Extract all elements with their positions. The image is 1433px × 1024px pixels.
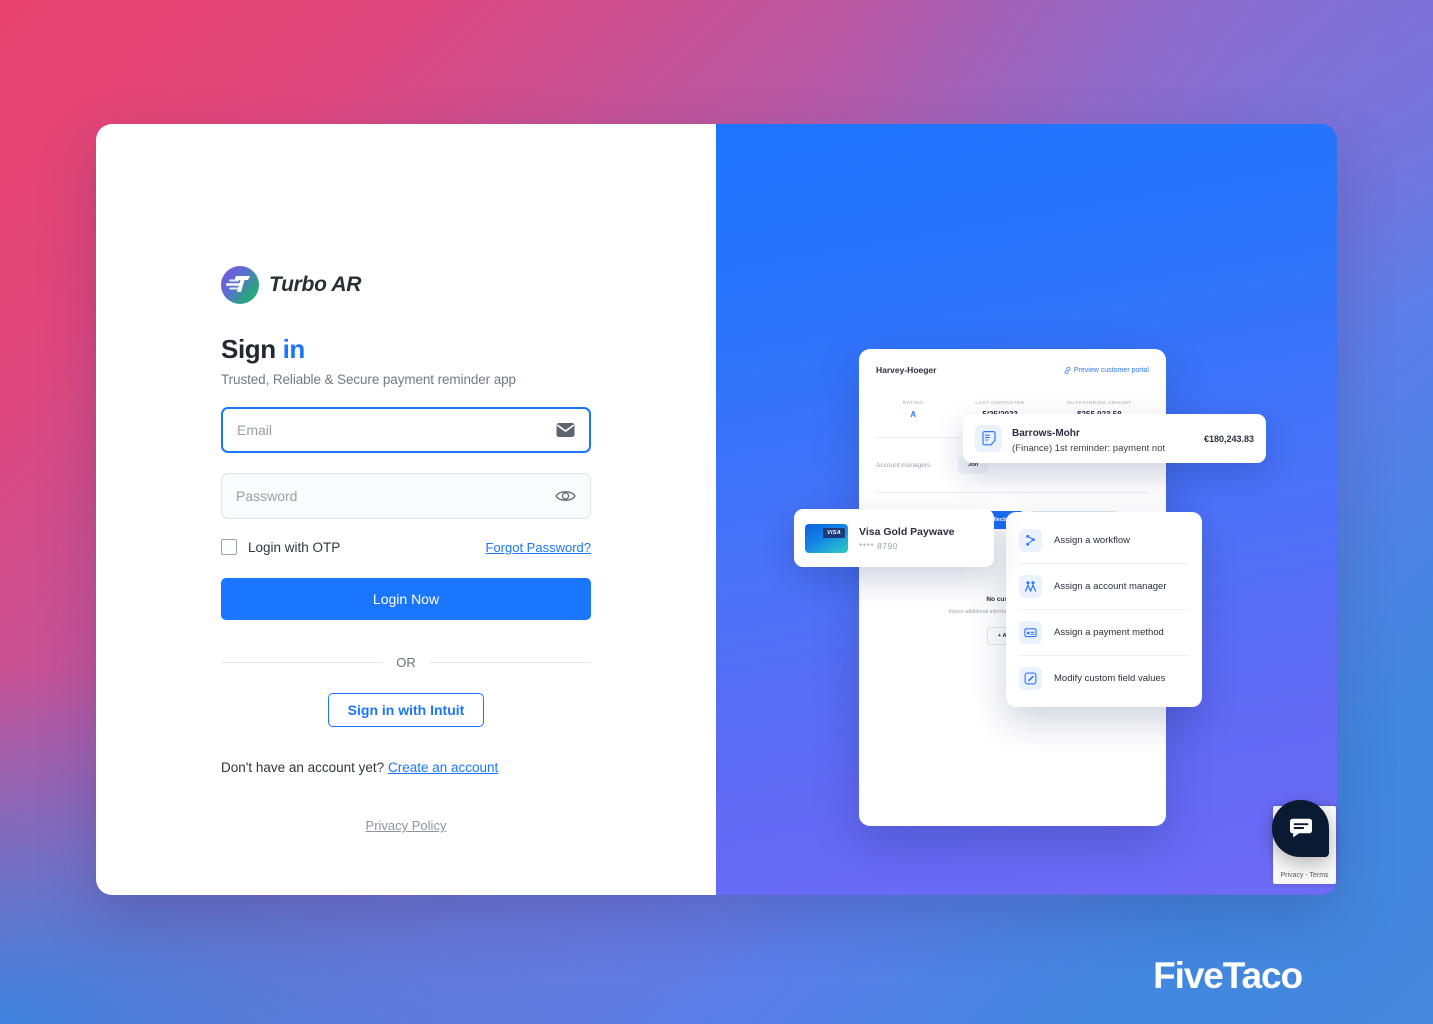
- intuit-button-wrap: Sign in with Intuit: [221, 693, 591, 727]
- signup-row: Don't have an account yet? Create an acc…: [221, 760, 591, 775]
- stat-value: A: [910, 410, 917, 419]
- toast-message: (Finance) 1st reminder: payment not: [1012, 443, 1166, 454]
- payment-method-card: VISA Visa Gold Paywave **** 8790: [794, 509, 994, 567]
- create-account-link[interactable]: Create an account: [388, 760, 498, 775]
- visa-brand-mark: VISA: [822, 527, 845, 538]
- action-assign-workflow[interactable]: Assign a workflow: [1019, 518, 1189, 564]
- workflow-icon: [1019, 529, 1042, 552]
- otp-checkbox[interactable]: [221, 539, 237, 555]
- edit-icon: [1019, 667, 1042, 690]
- link-icon: [1064, 366, 1071, 374]
- brand-lockup: Turbo AR: [221, 266, 591, 304]
- chat-bubble-icon[interactable]: [1272, 800, 1329, 857]
- toast-amount: €180,243.83: [1203, 433, 1254, 444]
- forgot-password-link[interactable]: Forgot Password?: [486, 540, 592, 555]
- payment-card-text: Visa Gold Paywave **** 8790: [859, 526, 955, 551]
- toast-title: Barrows-Mohr: [1012, 428, 1080, 439]
- stat-key: OUTSTANDING AMOUNT: [1066, 400, 1132, 405]
- credit-card-icon: VISA: [805, 523, 848, 553]
- action-label: Assign a account manager: [1054, 581, 1167, 592]
- email-field[interactable]: [221, 407, 591, 453]
- divider-or: OR: [221, 655, 591, 670]
- privacy-policy-link[interactable]: Privacy Policy: [96, 818, 716, 833]
- divider-line-right: [428, 662, 591, 663]
- recaptcha-terms-label[interactable]: Privacy - Terms: [1280, 872, 1328, 879]
- action-assign-payment-method[interactable]: Assign a payment method: [1019, 610, 1189, 656]
- people-icon: [1019, 575, 1042, 598]
- brand-name: Turbo AR: [269, 273, 362, 296]
- row-label: Account managers: [876, 461, 931, 469]
- stat-rating: RATING A: [876, 400, 950, 419]
- signup-prompt: Don't have an account yet?: [221, 760, 385, 775]
- action-label: Assign a payment method: [1054, 627, 1164, 638]
- sign-in-with-intuit-button[interactable]: Sign in with Intuit: [327, 693, 485, 727]
- notification-toast: Barrows-Mohr (Finance) 1st reminder: pay…: [963, 414, 1266, 463]
- login-form: Turbo AR Sign in Trusted, Reliable & Sec…: [221, 266, 591, 775]
- options-row: Login with OTP Forgot Password?: [221, 539, 591, 555]
- stat-key: LAST CONTACTED: [975, 400, 1025, 405]
- divider-line-left: [221, 662, 384, 663]
- password-input[interactable]: [222, 488, 590, 504]
- page-subtitle: Trusted, Reliable & Secure payment remin…: [221, 372, 516, 387]
- turbo-logo-icon: [221, 266, 259, 304]
- envelope-icon: [556, 423, 575, 438]
- page-title: Sign in: [221, 334, 591, 365]
- otp-checkbox-group[interactable]: Login with OTP: [221, 539, 340, 555]
- action-label: Assign a workflow: [1054, 535, 1131, 546]
- actions-panel: Assign a workflow Assign a account manag…: [1006, 512, 1202, 707]
- password-field[interactable]: [221, 473, 591, 519]
- email-input[interactable]: [223, 422, 589, 438]
- otp-label: Login with OTP: [248, 539, 341, 555]
- divider: [876, 492, 1149, 493]
- action-modify-custom-field-values[interactable]: Modify custom field values: [1019, 656, 1189, 701]
- fivetaco-watermark: FiveTaco: [1153, 955, 1303, 996]
- stat-key: RATING: [902, 400, 924, 405]
- page-title-accent: in: [282, 334, 306, 364]
- action-label: Modify custom field values: [1054, 673, 1166, 684]
- page-title-main: Sign: [221, 334, 276, 364]
- auth-card: Turbo AR Sign in Trusted, Reliable & Sec…: [96, 124, 1337, 895]
- payment-card-name: Visa Gold Paywave: [859, 525, 955, 538]
- dashboard-card-header: Harvey-Hoeger Preview customer portal: [876, 365, 1149, 375]
- page-background: Turbo AR Sign in Trusted, Reliable & Sec…: [0, 0, 1433, 1024]
- toast-text: Barrows-Mohr (Finance) 1st reminder: pay…: [1012, 423, 1194, 454]
- login-button[interactable]: Login Now: [221, 578, 591, 620]
- preview-customer-portal-link[interactable]: Preview customer portal: [1064, 366, 1149, 374]
- card-icon: [1019, 621, 1042, 644]
- login-pane: Turbo AR Sign in Trusted, Reliable & Sec…: [96, 124, 716, 895]
- note-icon: [975, 425, 1002, 452]
- customer-name: Harvey-Hoeger: [876, 365, 937, 375]
- illustration-pane: Harvey-Hoeger Preview customer portal RA…: [716, 124, 1337, 895]
- eye-icon[interactable]: [555, 489, 576, 504]
- action-assign-account-manager[interactable]: Assign a account manager: [1019, 564, 1189, 610]
- divider-or-label: OR: [396, 655, 416, 670]
- preview-customer-portal-label: Preview customer portal: [1073, 366, 1149, 374]
- payment-card-number: **** 8790: [859, 540, 899, 551]
